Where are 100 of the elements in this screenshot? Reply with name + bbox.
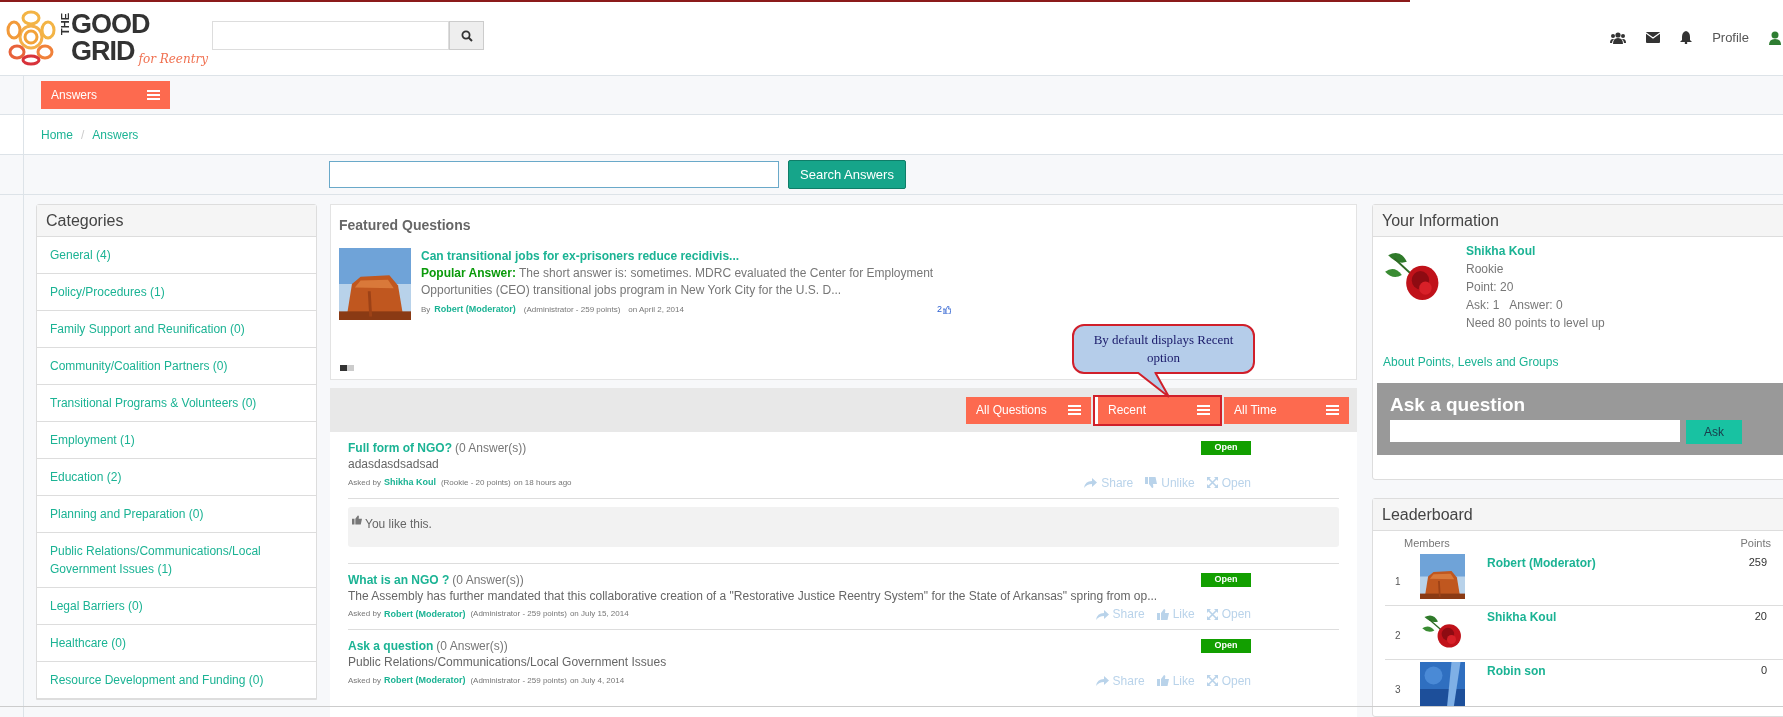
points-value: 0 (1760, 662, 1767, 678)
question-link[interactable]: What is an NGO ? (348, 571, 450, 588)
answers-menu-button[interactable]: Answers (41, 81, 170, 109)
status-badge: Open (1201, 572, 1251, 587)
answer-count: (0 Answer(s)) (452, 571, 524, 588)
meta-text: (Administrator - 259 points) (470, 674, 567, 687)
author-link[interactable]: Shikha Koul (383, 476, 436, 490)
rank-number: 3 (1394, 682, 1402, 697)
breadcrumb-link[interactable]: Home (41, 125, 73, 144)
category-link[interactable]: Planning and Preparation (0) (37, 496, 316, 533)
ask-count: Ask: 1 (1466, 297, 1500, 314)
answer-count: Answer: 0 (1509, 297, 1563, 314)
category-link[interactable]: Public Relations/Communications/Local Government Issues (1) (37, 533, 316, 588)
author-link[interactable]: Robert (Moderator) (383, 607, 466, 621)
share-icon (1095, 675, 1109, 686)
share-icon (1095, 608, 1109, 620)
about-points-link[interactable]: About Points, Levels and Groups (1383, 353, 1783, 371)
member-name-link[interactable]: Shikha Koul (1487, 607, 1557, 659)
question-field[interactable] (1390, 420, 1680, 442)
open-link[interactable]: Open (1206, 473, 1251, 492)
author-link[interactable]: Robert (Moderator) (434, 301, 516, 318)
popular-answer: Popular Answer: The short answer is: sometimes. MDRC evaluated the Center for Employment Opportunities (CEO) transitional jobs program in New York City for the U.S. D... (421, 265, 935, 299)
panel-title: Your Information (1382, 210, 1499, 231)
meta-text: (Administrator - 259 points) (523, 304, 621, 316)
filter-tab[interactable]: Recent (1095, 396, 1220, 424)
bell-icon[interactable] (1680, 31, 1693, 44)
author-link[interactable]: Robert (Moderator) (383, 674, 466, 688)
user-level: Rookie (1466, 261, 1505, 278)
group-icon[interactable] (1610, 31, 1627, 44)
status-badge: Open (1201, 639, 1251, 653)
meta-text: (Rookie - 20 points) (440, 476, 511, 489)
question-link[interactable]: Full form of NGO? (348, 440, 452, 456)
search-button[interactable] (449, 21, 484, 50)
expand-icon (1206, 477, 1218, 488)
menu-icon (1068, 405, 1081, 415)
breadcrumb-link[interactable]: Answers (92, 125, 139, 144)
share-link[interactable]: Share (1095, 605, 1145, 623)
ask-question-title: Ask a question (1390, 393, 1527, 417)
points-value: 259 (1748, 554, 1767, 570)
thumbs-up-icon (1156, 608, 1169, 620)
member-name-link[interactable]: Robert (Moderator) (1487, 553, 1596, 605)
member-name-link[interactable]: Robin son (1487, 661, 1546, 714)
thumbs-down-icon (1145, 477, 1158, 488)
category-link[interactable]: General (4) (37, 237, 316, 274)
user-name-link[interactable]: Shikha Koul (1466, 242, 1605, 260)
filter-tab[interactable]: All Time (1224, 396, 1349, 424)
column-header: Points (1740, 536, 1771, 551)
share-link[interactable]: Share (1095, 671, 1145, 690)
search-icon (460, 29, 473, 42)
category-link[interactable]: Education (2) (37, 459, 316, 496)
meta-text: Asked by (348, 476, 381, 489)
rank-number: 2 (1394, 628, 1402, 643)
filter-tab[interactable]: All Questions (966, 396, 1091, 424)
menu-icon (147, 90, 160, 100)
answer-count: (0 Answer(s)) (455, 440, 527, 456)
category-link[interactable]: Transitional Programs & Volunteers (0) (37, 385, 316, 422)
callout-text: By default displays Recent option (1092, 331, 1235, 367)
like-link[interactable]: Like (1156, 605, 1195, 623)
like-count: 2 (937, 303, 942, 316)
category-link[interactable]: Healthcare (0) (37, 625, 316, 662)
category-link[interactable]: Legal Barriers (0) (37, 588, 316, 625)
search-answers-button[interactable]: Search Answers (788, 160, 906, 189)
share-link[interactable]: Share (1084, 473, 1134, 492)
like-link[interactable]: Like (1156, 671, 1195, 690)
status-badge: Open (1201, 441, 1251, 455)
breadcrumb-separator: / (81, 126, 85, 144)
user-points: Point: 20 (1466, 279, 1515, 296)
question-text: adasdasdsadsad (348, 456, 440, 473)
category-link[interactable]: Resource Development and Funding (0) (37, 662, 316, 699)
meta-text: Asked by (348, 674, 381, 687)
profile-link[interactable]: Profile (1712, 27, 1749, 48)
thumbs-up-icon (1156, 675, 1169, 686)
meta-text: (Administrator - 259 points) (470, 608, 567, 621)
category-link[interactable]: Community/Coalition Partners (0) (37, 348, 316, 385)
search-field[interactable] (212, 21, 449, 50)
unlike-link[interactable]: Unlike (1145, 473, 1195, 492)
question-link[interactable]: Ask a question (348, 638, 434, 654)
share-icon (1084, 477, 1098, 488)
question-link[interactable]: Can transitional jobs for ex-prisoners reduce recidivis... (421, 248, 951, 265)
question-text: Public Relations/Communications/Local Government Issues (348, 654, 668, 671)
category-link[interactable]: Policy/Procedures (1) (37, 274, 316, 311)
menu-icon (1197, 405, 1210, 415)
logo-tagline: for Reentry (138, 52, 209, 65)
answer-search-field[interactable] (329, 161, 779, 188)
logo-text: GRID (71, 37, 135, 65)
thumbs-up-icon[interactable] (943, 305, 951, 314)
category-link[interactable]: Family Support and Reunification (0) (37, 311, 316, 348)
category-link[interactable]: Employment (1) (37, 422, 316, 459)
panel-title: Leaderboard (1382, 504, 1473, 525)
answer-count: (0 Answer(s)) (436, 638, 508, 654)
avatar-icon[interactable] (1769, 30, 1781, 45)
rank-number: 1 (1394, 574, 1402, 589)
open-link[interactable]: Open (1206, 605, 1251, 623)
question-text: The Assembly has further mandated that this collaborative creation of a "Restorative Justice Reentry System" for the State of Arkansas" spring from op... (348, 587, 1159, 605)
panel-title: Featured Questions (339, 216, 472, 235)
ask-button[interactable]: Ask (1686, 420, 1742, 444)
open-link[interactable]: Open (1206, 671, 1251, 690)
meta-text: on 18 hours ago (513, 476, 572, 489)
logo-text: THE (60, 12, 71, 35)
mail-icon[interactable] (1646, 32, 1661, 43)
